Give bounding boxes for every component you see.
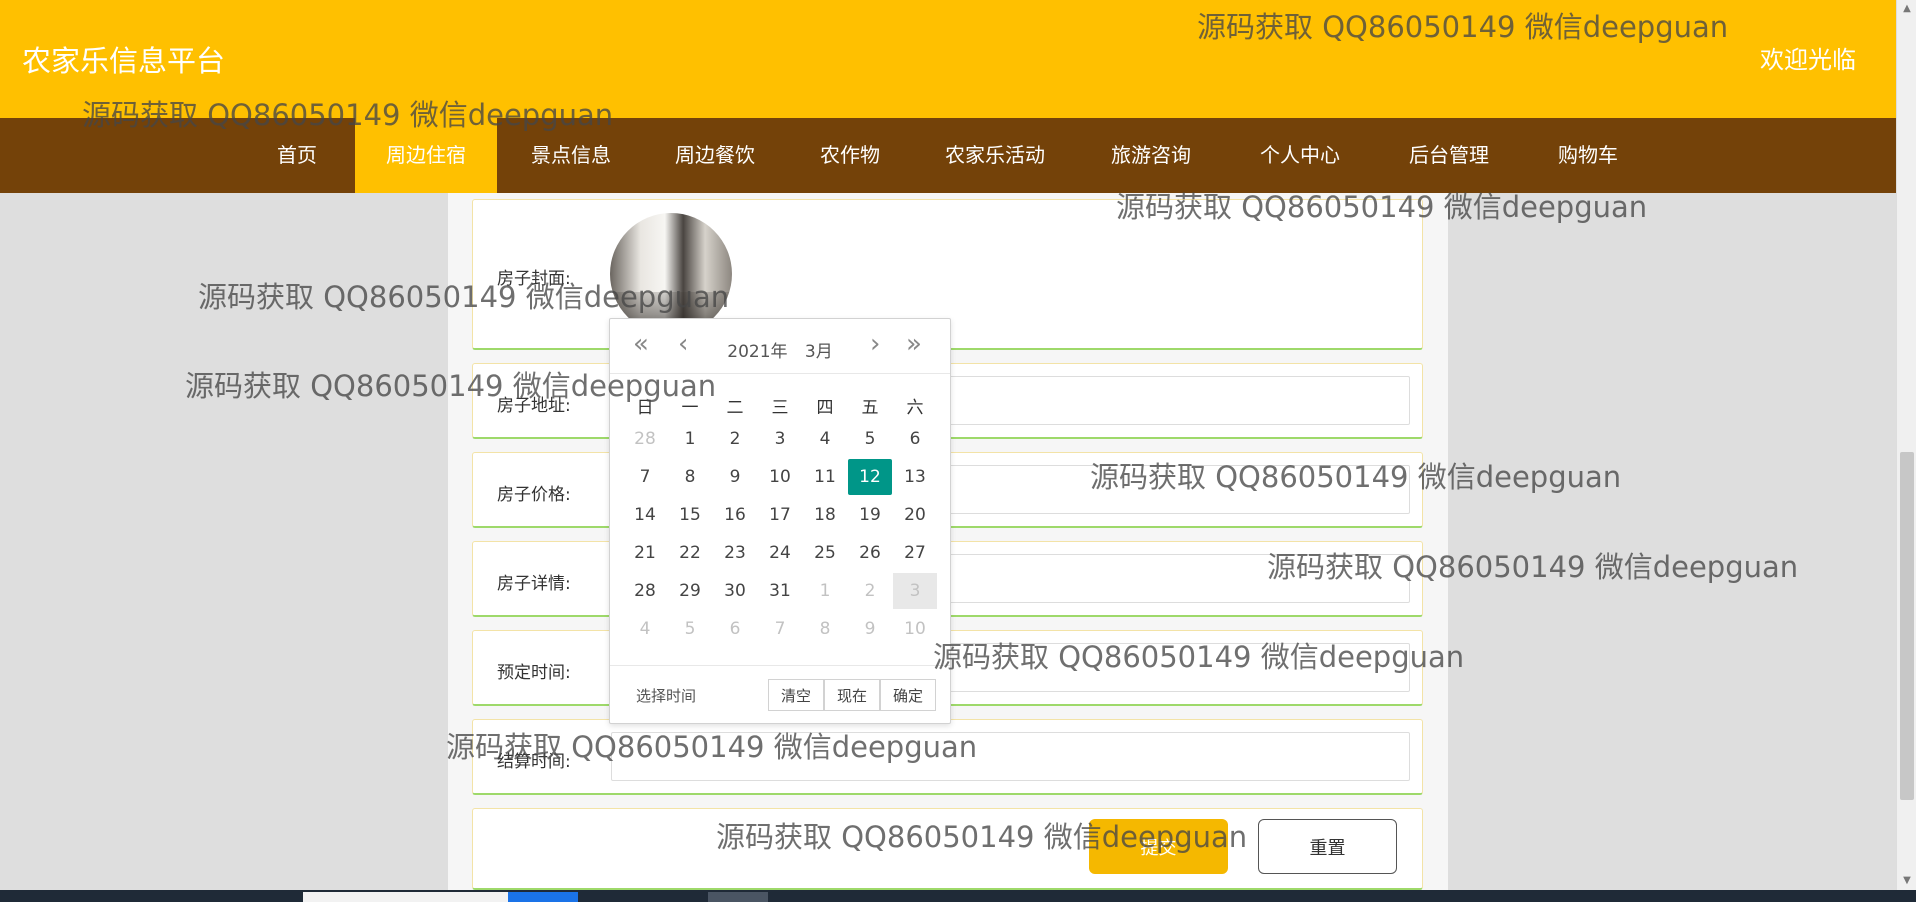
nav-item-cart[interactable]: 购物车 bbox=[1538, 118, 1638, 193]
taskbar bbox=[0, 890, 1916, 902]
calendar-day[interactable]: 15 bbox=[668, 497, 712, 533]
date-picker-header: « ‹ 2021年 3月 › » bbox=[610, 319, 950, 374]
calendar-day[interactable]: 9 bbox=[848, 611, 892, 647]
booking-time-label: 预定时间: bbox=[497, 663, 571, 683]
address-label: 房子地址: bbox=[497, 396, 571, 416]
weekday-label: 日 bbox=[636, 398, 654, 418]
weekday-label: 六 bbox=[906, 398, 924, 418]
calendar-day[interactable]: 28 bbox=[623, 421, 667, 457]
calendar-day[interactable]: 6 bbox=[893, 421, 937, 457]
next-year-icon[interactable]: » bbox=[906, 331, 922, 357]
nav-item-admin[interactable]: 后台管理 bbox=[1389, 118, 1509, 193]
year-label[interactable]: 2021年 bbox=[727, 342, 787, 362]
calendar-day[interactable]: 26 bbox=[848, 535, 892, 571]
calendar-day[interactable]: 31 bbox=[758, 573, 802, 609]
checkout-time-label: 结算时间: bbox=[497, 752, 571, 772]
weekday-label: 五 bbox=[861, 398, 879, 418]
calendar-day[interactable]: 7 bbox=[623, 459, 667, 495]
nav-item-activities[interactable]: 农家乐活动 bbox=[930, 118, 1060, 193]
nav-item-personal-center[interactable]: 个人中心 bbox=[1240, 118, 1360, 193]
calendar-day[interactable]: 18 bbox=[803, 497, 847, 533]
weekday-label: 二 bbox=[726, 398, 744, 418]
calendar-day[interactable]: 8 bbox=[668, 459, 712, 495]
weekday-label: 三 bbox=[771, 398, 789, 418]
site-title[interactable]: 农家乐信息平台 bbox=[22, 38, 225, 80]
calendar-day[interactable]: 4 bbox=[803, 421, 847, 457]
calendar-day[interactable]: 20 bbox=[893, 497, 937, 533]
calendar-day[interactable]: 10 bbox=[758, 459, 802, 495]
house-cover-image[interactable] bbox=[610, 213, 732, 335]
calendar-day[interactable]: 1 bbox=[668, 421, 712, 457]
calendar-day[interactable]: 28 bbox=[623, 573, 667, 609]
now-button[interactable]: 现在 bbox=[824, 679, 880, 711]
calendar-day[interactable]: 29 bbox=[668, 573, 712, 609]
date-picker-title: 2021年 3月 bbox=[610, 337, 950, 362]
calendar-day[interactable]: 12 bbox=[848, 459, 892, 495]
calendar-day[interactable]: 1 bbox=[803, 573, 847, 609]
calendar-day[interactable]: 9 bbox=[713, 459, 757, 495]
reset-button[interactable]: 重置 bbox=[1258, 819, 1397, 874]
calendar-day[interactable]: 3 bbox=[893, 573, 937, 609]
form-row-checkout-time: 结算时间: bbox=[472, 719, 1423, 795]
header: 农家乐信息平台 欢迎光临 bbox=[0, 0, 1896, 118]
calendar-day[interactable]: 5 bbox=[668, 611, 712, 647]
calendar-day[interactable]: 22 bbox=[668, 535, 712, 571]
weekday-label: 一 bbox=[681, 398, 699, 418]
nav-item-travel-consult[interactable]: 旅游咨询 bbox=[1091, 118, 1211, 193]
calendar-day[interactable]: 23 bbox=[713, 535, 757, 571]
calendar-day[interactable]: 13 bbox=[893, 459, 937, 495]
scroll-thumb[interactable] bbox=[1900, 452, 1914, 800]
scroll-up-icon[interactable]: ▲ bbox=[1897, 0, 1916, 18]
calendar-day[interactable]: 4 bbox=[623, 611, 667, 647]
taskbar-item[interactable] bbox=[508, 892, 578, 902]
price-label: 房子价格: bbox=[497, 485, 571, 505]
calendar-day[interactable]: 17 bbox=[758, 497, 802, 533]
calendar-day[interactable]: 2 bbox=[848, 573, 892, 609]
nav-item-lodging[interactable]: 周边住宿 bbox=[355, 118, 497, 193]
calendar-day[interactable]: 19 bbox=[848, 497, 892, 533]
submit-button[interactable]: 提交 bbox=[1089, 819, 1228, 874]
checkout-time-input[interactable] bbox=[611, 732, 1410, 781]
calendar-day[interactable]: 25 bbox=[803, 535, 847, 571]
clear-button[interactable]: 清空 bbox=[768, 679, 824, 711]
calendar-day[interactable]: 3 bbox=[758, 421, 802, 457]
nav-item-attractions[interactable]: 景点信息 bbox=[511, 118, 631, 193]
cover-label: 房子封面: bbox=[497, 269, 571, 289]
calendar-day[interactable]: 21 bbox=[623, 535, 667, 571]
calendar-day[interactable]: 2 bbox=[713, 421, 757, 457]
weekday-header: 日 一 二 三 四 五 六 bbox=[610, 397, 950, 419]
scroll-down-icon[interactable]: ▼ bbox=[1897, 872, 1916, 890]
date-picker: « ‹ 2021年 3月 › » 日 一 二 三 四 五 六 28 1 2 3 4 5 6 7… bbox=[609, 318, 951, 724]
select-time-link[interactable]: 选择时间 bbox=[636, 685, 696, 706]
date-picker-footer: 选择时间 清空 现在 确定 bbox=[610, 665, 950, 723]
confirm-button[interactable]: 确定 bbox=[880, 679, 936, 711]
calendar-day[interactable]: 27 bbox=[893, 535, 937, 571]
calendar-day[interactable]: 7 bbox=[758, 611, 802, 647]
nav-item-home[interactable]: 首页 bbox=[253, 118, 341, 193]
calendar-day[interactable]: 30 bbox=[713, 573, 757, 609]
next-month-icon[interactable]: › bbox=[870, 331, 880, 357]
main-nav: 首页 周边住宿 景点信息 周边餐饮 农作物 农家乐活动 旅游咨询 个人中心 后台… bbox=[0, 118, 1896, 193]
calendar-day[interactable]: 11 bbox=[803, 459, 847, 495]
calendar-day[interactable]: 14 bbox=[623, 497, 667, 533]
calendar-day[interactable]: 16 bbox=[713, 497, 757, 533]
taskbar-item[interactable] bbox=[303, 892, 508, 902]
nav-item-dining[interactable]: 周边餐饮 bbox=[655, 118, 775, 193]
calendar-day[interactable]: 6 bbox=[713, 611, 757, 647]
welcome-text: 欢迎光临 bbox=[1760, 46, 1856, 74]
calendar-day[interactable]: 8 bbox=[803, 611, 847, 647]
month-label[interactable]: 3月 bbox=[805, 342, 833, 362]
calendar-day[interactable]: 5 bbox=[848, 421, 892, 457]
detail-label: 房子详情: bbox=[497, 574, 571, 594]
page-scrollbar[interactable]: ▲ ▼ bbox=[1896, 0, 1916, 890]
nav-item-crops[interactable]: 农作物 bbox=[800, 118, 900, 193]
taskbar-item[interactable] bbox=[708, 892, 768, 902]
calendar-day[interactable]: 24 bbox=[758, 535, 802, 571]
weekday-label: 四 bbox=[816, 398, 834, 418]
calendar-day[interactable]: 10 bbox=[893, 611, 937, 647]
